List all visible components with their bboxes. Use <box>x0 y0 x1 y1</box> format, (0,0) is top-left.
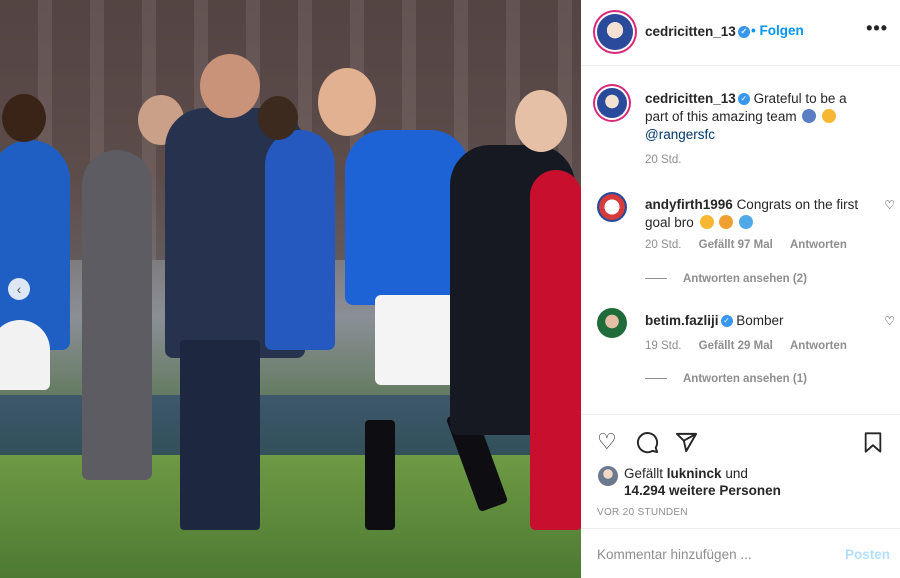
comment-like-icon[interactable]: ♡ <box>884 198 895 212</box>
add-comment-bar: Kommentar hinzufügen ... Posten <box>581 528 900 578</box>
heart-icon[interactable]: ♡ <box>597 431 617 453</box>
comments-list[interactable]: cedricitten_13 ✓ Grateful to be a part of… <box>581 66 900 414</box>
view-replies-label[interactable]: Antworten ansehen (2) <box>683 273 807 285</box>
commenter-avatar[interactable] <box>597 192 627 222</box>
staff-grey <box>82 150 152 480</box>
likes-connector: und <box>725 466 748 481</box>
comment-reply-button[interactable]: Antworten <box>790 340 847 352</box>
likes-prefix: Gefällt <box>624 466 664 481</box>
heart-eyes-emoji-icon <box>699 215 714 229</box>
player-red <box>530 170 581 530</box>
comment-username[interactable]: andyfirth1996 <box>645 197 733 212</box>
player-main-head <box>318 68 376 136</box>
player-left-head <box>2 94 46 142</box>
likes-count[interactable]: 14.294 weitere Personen <box>624 483 781 498</box>
blue-heart-emoji-icon <box>739 215 754 229</box>
view-replies-label[interactable]: Antworten ansehen (1) <box>683 373 807 385</box>
comment-username[interactable]: betim.fazliji <box>645 313 719 328</box>
person-emoji-icon <box>802 109 817 123</box>
verified-badge-icon: ✓ <box>720 315 733 328</box>
player-back <box>265 130 335 350</box>
player-left-shorts <box>0 320 50 390</box>
mention-link[interactable]: @rangersfc <box>645 127 715 142</box>
comment-body: andyfirth1996 Congrats on the first goal… <box>645 196 867 232</box>
replies-divider <box>645 378 667 380</box>
caption: cedricitten_13 ✓ Grateful to be a part of… <box>597 86 887 196</box>
comment-item: betim.fazliji ✓ Bomber ♡ 19 Std. Gefällt … <box>597 308 895 404</box>
follow-button[interactable]: • Folgen <box>751 23 804 38</box>
bookmark-icon[interactable] <box>862 431 884 458</box>
comment-icon[interactable] <box>636 431 659 458</box>
caption-avatar[interactable] <box>597 88 627 118</box>
post-actions: ♡ Gefällt lukninck und 14.294 weitere Pe… <box>581 414 900 528</box>
verified-badge-icon: ✓ <box>737 26 750 39</box>
manager-trousers <box>180 340 260 530</box>
comment-body: betim.fazliji ✓ Bomber <box>645 312 867 330</box>
view-replies-button[interactable]: Antworten ansehen (2) <box>645 273 807 285</box>
post-sidebar: cedricitten_13 ✓ • Folgen ••• cedricitten… <box>581 0 900 578</box>
post-header: cedricitten_13 ✓ • Folgen ••• <box>581 0 900 66</box>
liker-username[interactable]: lukninck <box>667 466 722 481</box>
author-username[interactable]: cedricitten_13 ✓ <box>645 24 750 39</box>
author-username-text[interactable]: cedricitten_13 <box>645 24 736 39</box>
view-replies-button[interactable]: Antworten ansehen (1) <box>645 373 807 385</box>
caption-username[interactable]: cedricitten_13 <box>645 91 736 106</box>
comment-likes-count[interactable]: Gefällt 29 Mal <box>699 340 773 352</box>
commenter-avatar[interactable] <box>597 308 627 338</box>
likes-summary[interactable]: Gefällt lukninck und 14.294 weitere Pers… <box>624 465 781 499</box>
player-left <box>0 140 70 350</box>
comment-input[interactable]: Kommentar hinzufügen ... <box>597 547 752 562</box>
comment-text: Bomber <box>736 313 784 328</box>
caption-time: 20 Std. <box>645 154 695 166</box>
post-photo[interactable]: ‹ <box>0 0 581 578</box>
comment-like-icon[interactable]: ♡ <box>884 314 895 328</box>
comment-meta: 19 Std. Gefällt 29 Mal Antworten <box>645 340 861 352</box>
caption-time-text: 20 Std. <box>645 154 682 166</box>
more-options-icon[interactable]: ••• <box>866 18 888 39</box>
comment-meta: 20 Std. Gefällt 97 Mal Antworten <box>645 239 861 251</box>
comment-likes-count[interactable]: Gefällt 97 Mal <box>699 239 773 251</box>
share-icon[interactable] <box>675 431 698 458</box>
heart-eyes-emoji-icon <box>822 109 837 123</box>
verified-badge-icon: ✓ <box>737 93 750 106</box>
comment-item: andyfirth1996 Congrats on the first goal… <box>597 192 895 288</box>
previous-photo-button[interactable]: ‹ <box>8 278 30 300</box>
replies-divider <box>645 278 667 280</box>
caption-body: cedricitten_13 ✓ Grateful to be a part of… <box>645 90 867 144</box>
author-avatar[interactable] <box>597 14 633 50</box>
official-head <box>515 90 567 152</box>
comment-reply-button[interactable]: Antworten <box>790 239 847 251</box>
trophy-emoji-icon <box>719 215 734 229</box>
comment-time: 20 Std. <box>645 239 682 251</box>
follow-label[interactable]: Folgen <box>759 23 803 38</box>
player-main-socks <box>365 420 395 530</box>
post-timestamp[interactable]: VOR 20 STUNDEN <box>597 507 688 518</box>
liker-avatar[interactable] <box>598 466 618 486</box>
manager-head <box>200 54 260 118</box>
comment-time: 19 Std. <box>645 340 682 352</box>
player-back-head <box>258 96 298 140</box>
post-comment-button[interactable]: Posten <box>845 547 890 562</box>
